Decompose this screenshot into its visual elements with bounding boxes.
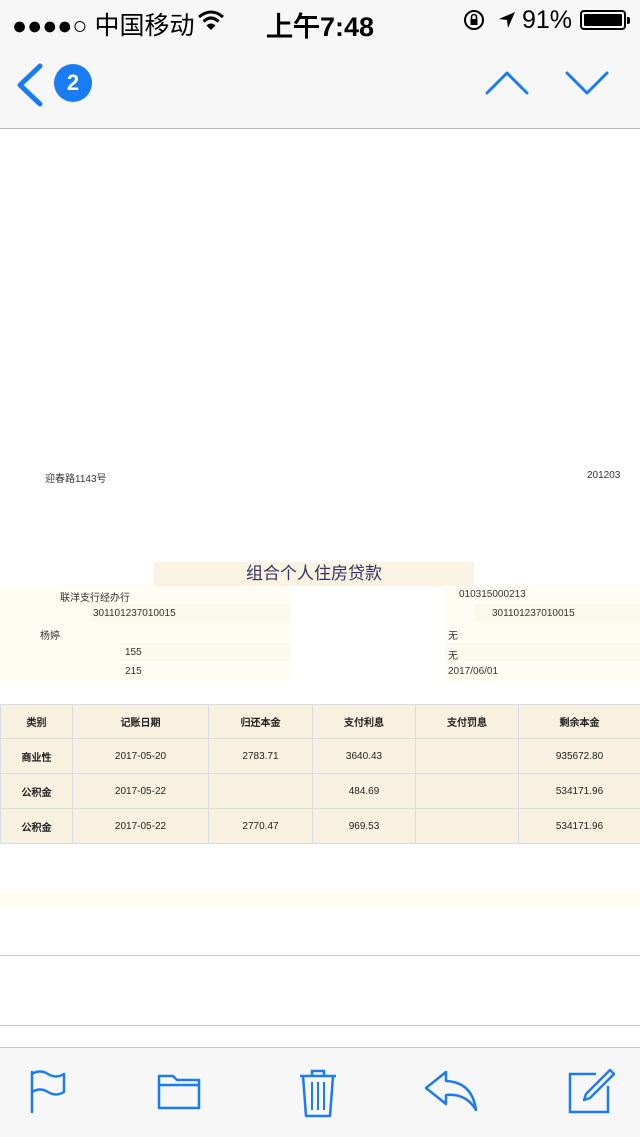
header-principal: 归还本金 [209,705,313,739]
repayment-table: 类别 记账日期 归还本金 支付利息 支付罚息 剩余本金 商业性 2017-05-… [0,704,640,844]
term-a-text: 155 [125,647,142,658]
trash-icon[interactable] [298,1068,338,1118]
bottom-toolbar [0,1047,640,1137]
cell-category: 公积金 [1,774,73,809]
cell-date: 2017-05-22 [73,809,209,844]
cell-date: 2017-05-22 [73,774,209,809]
header-interest: 支付利息 [313,705,416,739]
folder-icon[interactable] [157,1068,201,1112]
flag-icon[interactable] [28,1068,68,1114]
cell-interest: 484.69 [313,774,416,809]
compose-icon[interactable] [568,1068,616,1116]
account-code-left: 301101237010015 [93,608,176,619]
cell-remaining: 935672.80 [519,739,640,774]
term-b-text: 215 [125,666,142,677]
account-code-right: 301101237010015 [492,608,575,619]
cell-category: 公积金 [1,809,73,844]
divider [0,1025,640,1026]
header-category: 类别 [1,705,73,739]
cell-principal: 2770.47 [209,809,313,844]
cell-penalty [416,809,519,844]
reply-icon[interactable] [424,1068,478,1112]
cell-category: 商业性 [1,739,73,774]
header-remaining: 剩余本金 [519,705,640,739]
nav-bar: 2 [0,40,640,129]
cell-interest: 3640.43 [313,739,416,774]
cell-penalty [416,739,519,774]
location-icon [497,10,517,30]
cell-remaining: 534171.96 [519,774,640,809]
status-bar: ●●●●○ 中国移动 上午7:48 91% [0,0,640,40]
chevron-left-icon[interactable] [14,62,44,108]
chevron-up-icon[interactable] [485,70,529,96]
address-text: 迎春路1143号 [45,470,107,485]
none-text-2: 无 [448,647,458,662]
date-text: 2017/06/01 [448,666,498,677]
header-penalty: 支付罚息 [416,705,519,739]
table-row: 公积金 2017-05-22 484.69 534171.96 [1,774,640,809]
none-text-1: 无 [448,627,458,642]
account-code-right-top: 010315000213 [459,589,526,600]
battery-percent: 91% [522,6,572,35]
cell-principal [209,774,313,809]
cell-interest: 969.53 [313,809,416,844]
table-row: 公积金 2017-05-22 2770.47 969.53 534171.96 [1,809,640,844]
divider [0,955,640,956]
battery-icon [580,10,626,30]
unread-count-badge[interactable]: 2 [54,64,92,102]
footer-band [0,892,640,908]
cell-principal: 2783.71 [209,739,313,774]
table-row: 商业性 2017-05-20 2783.71 3640.43 935672.80 [1,739,640,774]
chevron-down-icon[interactable] [565,70,609,96]
branch-text: 联洋支行经办行 [60,589,130,604]
period-text: 201203 [587,470,620,481]
cell-date: 2017-05-20 [73,739,209,774]
header-date: 记账日期 [73,705,209,739]
borrower-name: 杨婷 [40,627,60,642]
document-title: 组合个人住房贷款 [154,562,474,586]
table-header-row: 类别 记账日期 归还本金 支付利息 支付罚息 剩余本金 [1,705,640,739]
cell-penalty [416,774,519,809]
rotation-lock-icon [463,9,485,31]
cell-remaining: 534171.96 [519,809,640,844]
